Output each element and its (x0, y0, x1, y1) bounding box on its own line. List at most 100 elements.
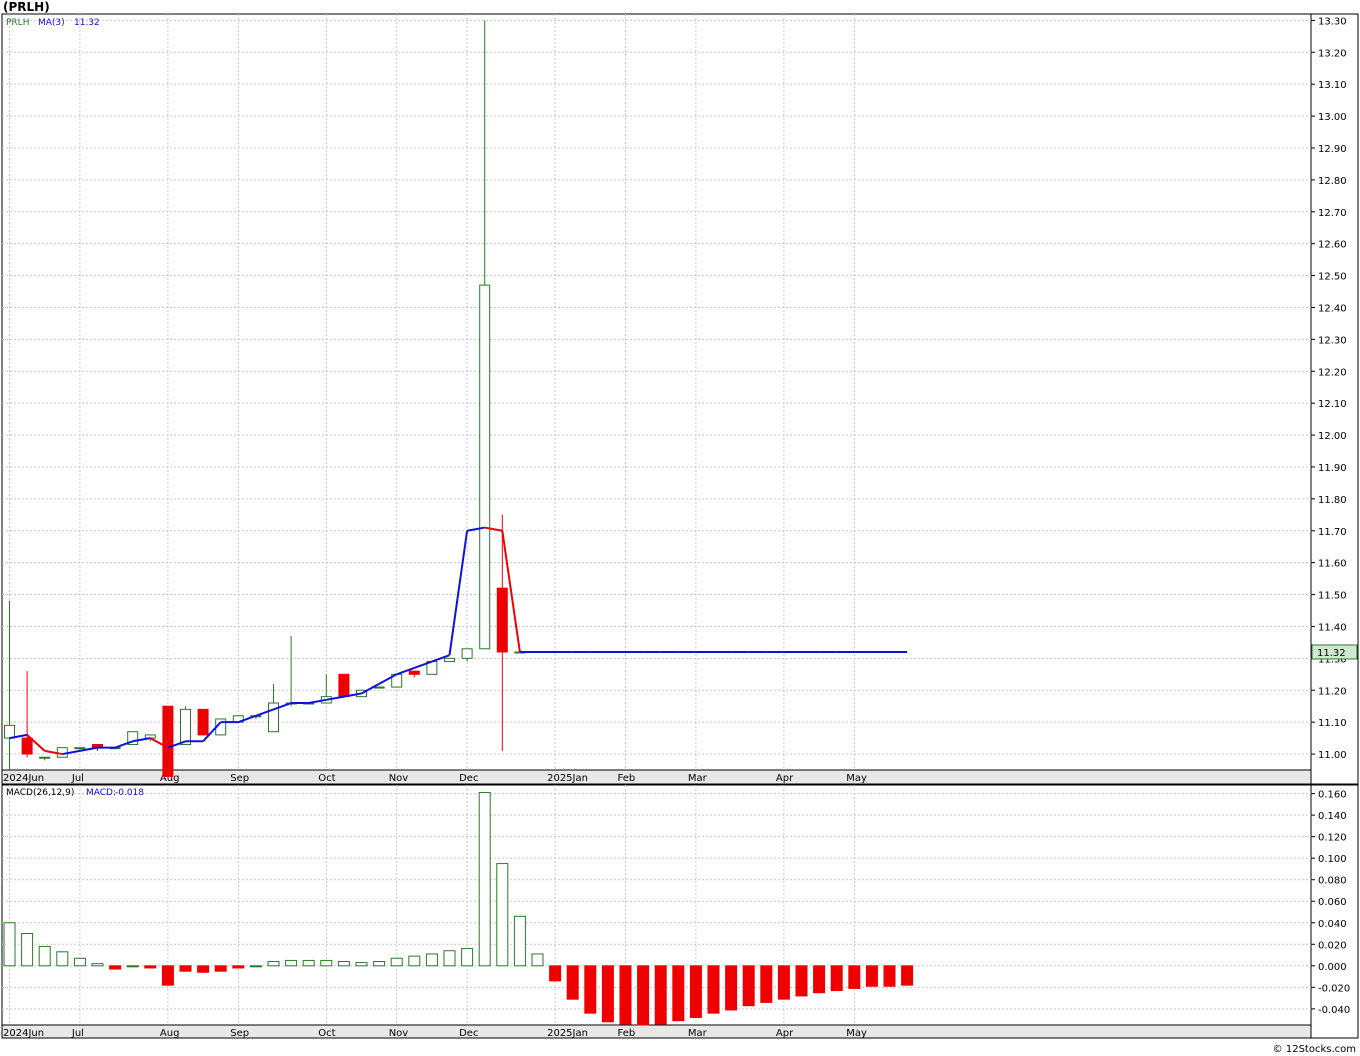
macd-legend-label: MACD: (86, 788, 116, 798)
candle-body (461, 648, 473, 659)
price-legend-ma: MA(3) (38, 18, 65, 28)
macd-bar (795, 965, 808, 997)
macd-bar (197, 965, 210, 973)
candle-body (4, 724, 15, 739)
macd-x-label: Sep (230, 1028, 249, 1039)
macd-bar (320, 959, 333, 967)
macd-bar (707, 965, 720, 1014)
price-y-tick-label: 11.60 (1318, 559, 1347, 570)
price-y-tick-label: 11.20 (1318, 686, 1347, 697)
price-y-tick-label: 13.20 (1318, 48, 1347, 59)
price-y-tick-label: 12.70 (1318, 208, 1347, 219)
price-y-tick-label: 12.50 (1318, 272, 1347, 283)
price-panel (1, 13, 1312, 771)
candle-body (496, 587, 508, 653)
macd-x-label: Feb (618, 1028, 636, 1039)
price-x-label: Feb (618, 773, 636, 784)
price-y-tick-label: 12.30 (1318, 335, 1347, 346)
macd-bar (390, 957, 403, 967)
macd-y-tick-label: 0.080 (1318, 876, 1347, 887)
price-y-tick-label: 12.60 (1318, 240, 1347, 251)
macd-bar (742, 965, 755, 1007)
macd-bar (179, 965, 192, 972)
price-y-tick-label: 11.80 (1318, 495, 1347, 506)
macd-x-label: Dec (459, 1028, 478, 1039)
macd-x-label: Mar (688, 1028, 708, 1039)
macd-y-tick-label: -0.020 (1318, 983, 1350, 994)
price-x-label: Jul (71, 773, 84, 784)
macd-bar (373, 961, 386, 967)
price-y-tick-label: 12.80 (1318, 176, 1347, 187)
price-y-tick-label: 11.40 (1318, 622, 1347, 633)
macd-bar (302, 959, 315, 967)
macd-x-label: Apr (776, 1028, 794, 1039)
price-y-tick-label: 11.10 (1318, 718, 1347, 729)
price-y-tick-label: 12.00 (1318, 431, 1347, 442)
macd-bar (531, 953, 544, 967)
candle-body (162, 705, 174, 777)
macd-y-tick-label: 0.160 (1318, 790, 1347, 801)
macd-bar (355, 962, 368, 967)
candle-body (444, 657, 455, 663)
chart-page: (PRLH) 11.00 11.10 11.20 11.30 11.40 11.50 11.… (0, 0, 1360, 1056)
macd-y-tick-label: 0.060 (1318, 897, 1347, 908)
price-y-tick-label: 12.10 (1318, 399, 1347, 410)
macd-bar (267, 961, 280, 967)
macd-bar (654, 965, 667, 1025)
macd-bar (109, 965, 122, 970)
macd-x-label: 2024Jun (3, 1028, 44, 1039)
last-price-label: 11.32 (1317, 648, 1346, 659)
macd-x-label: Jul (71, 1028, 84, 1039)
macd-date-axis (1, 1024, 1312, 1039)
price-x-label: 2024Jun (3, 773, 44, 784)
price-y-tick-label: 12.90 (1318, 144, 1347, 155)
macd-bar (144, 965, 157, 969)
price-x-label: 2025Jan (547, 773, 588, 784)
macd-bar (865, 965, 878, 987)
price-x-label: Apr (776, 773, 794, 784)
macd-bar (161, 965, 174, 986)
macd-bar (232, 965, 245, 969)
macd-bar (478, 792, 491, 967)
macd-legend-params: MACD(26,12,9) (6, 788, 74, 798)
price-y-tick-label: 13.10 (1318, 80, 1347, 91)
macd-bar (901, 965, 914, 986)
price-x-label: Mar (688, 773, 708, 784)
macd-bar (549, 965, 562, 982)
macd-bar (38, 945, 51, 967)
macd-y-tick-label: 0.040 (1318, 919, 1347, 930)
price-x-label: May (846, 773, 867, 784)
macd-bar (461, 948, 474, 967)
price-x-label: Oct (318, 773, 335, 784)
price-y-tick-label: 11.70 (1318, 527, 1347, 538)
candle-body (373, 686, 385, 689)
macd-bar (848, 965, 861, 989)
macd-bar (672, 965, 685, 1022)
macd-bar (21, 933, 34, 967)
macd-x-label: Aug (160, 1028, 180, 1039)
macd-bar (443, 950, 456, 967)
macd-x-label: Oct (318, 1028, 335, 1039)
price-y-tick-label: 11.50 (1318, 591, 1347, 602)
macd-x-label: May (846, 1028, 867, 1039)
macd-bar (566, 965, 579, 1000)
footer-credit: © 12Stocks.com (1272, 1044, 1356, 1055)
macd-bar (496, 863, 509, 967)
candle-body (197, 708, 209, 736)
candle-body (479, 284, 491, 650)
macd-bar (725, 965, 738, 1011)
candle-body (39, 756, 51, 759)
price-legend-symbol: PRLH (6, 18, 29, 28)
macd-y-tick-label: -0.040 (1318, 1005, 1350, 1016)
chart-svg: 11.0011.1011.2011.3011.4011.5011.6011.70… (1, 13, 1359, 1039)
macd-x-label: 2025Jan (547, 1028, 588, 1039)
macd-bar (601, 965, 614, 1023)
macd-legend-value: -0.018 (115, 788, 144, 798)
macd-y-tick-label: 0.000 (1318, 962, 1347, 973)
macd-bar (777, 965, 790, 1000)
price-x-label: Sep (230, 773, 249, 784)
macd-bar (425, 953, 438, 967)
macd-bar (637, 965, 650, 1026)
price-x-label: Nov (389, 773, 409, 784)
macd-bar (3, 922, 16, 967)
